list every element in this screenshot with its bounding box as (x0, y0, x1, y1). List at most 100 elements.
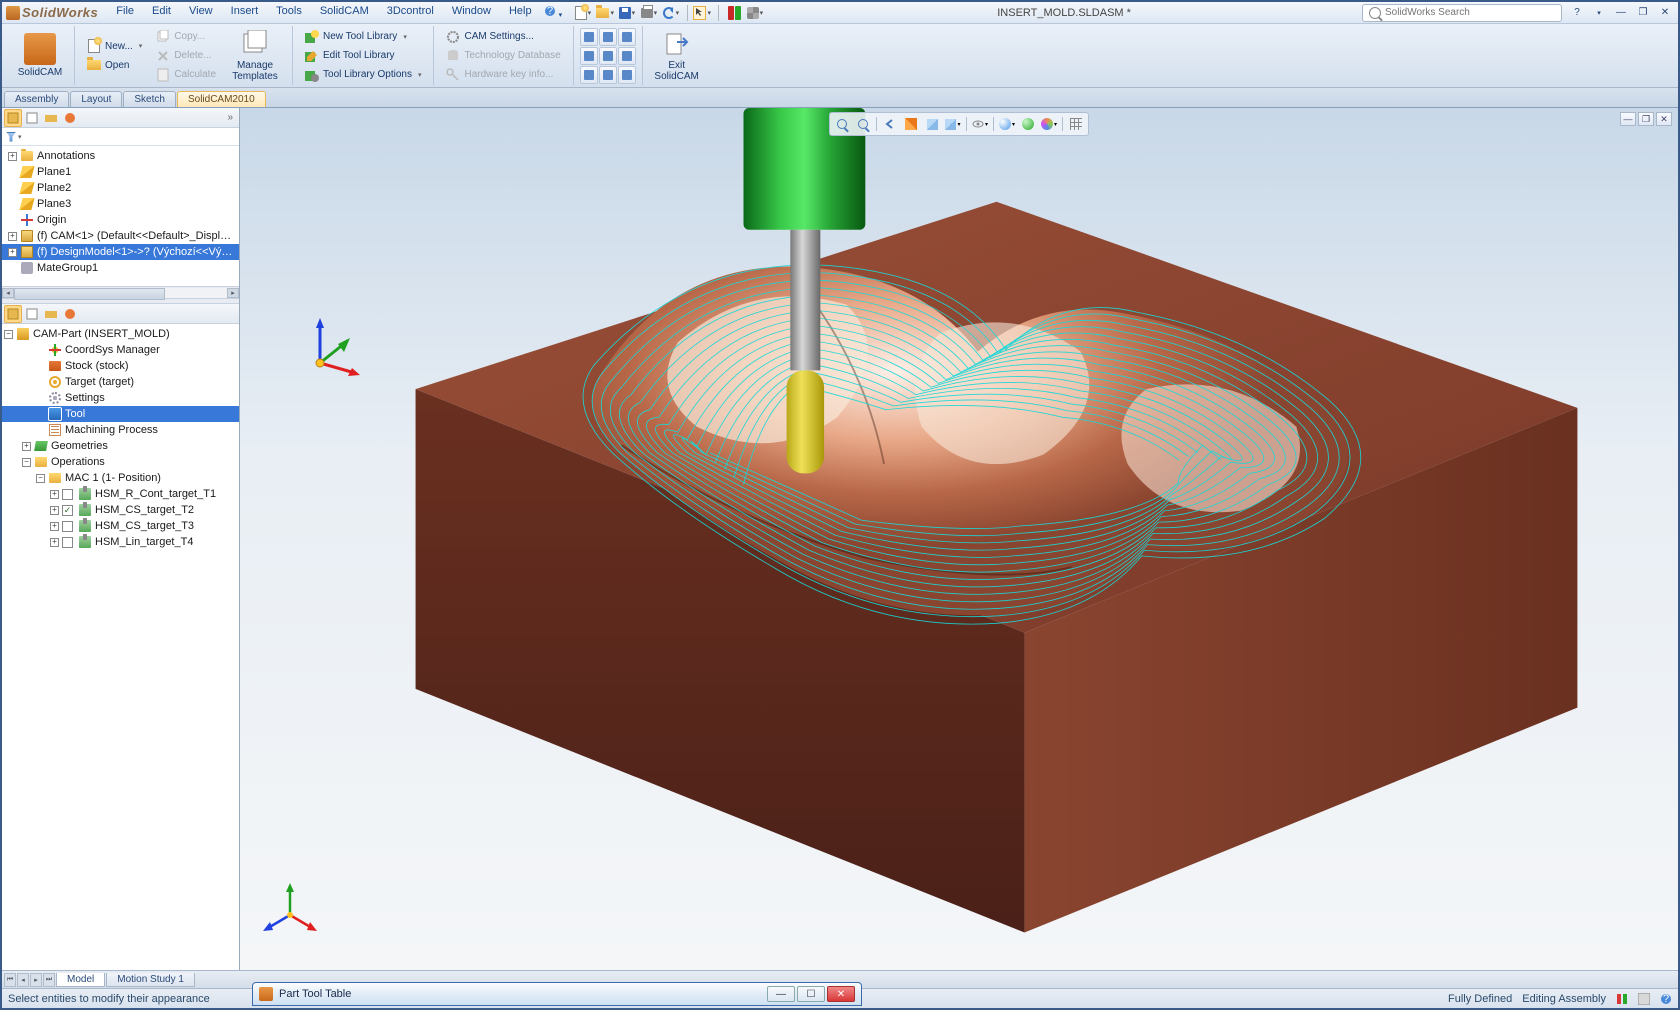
vt-appearance[interactable] (1018, 115, 1038, 133)
menu-3dcontrol[interactable]: 3Dcontrol (379, 3, 442, 22)
grid-btn-4[interactable] (580, 47, 598, 65)
ribbon-tech-db[interactable]: Technology Database (440, 47, 566, 65)
vt-orient[interactable] (922, 115, 942, 133)
tree-item[interactable]: +(f) CAM<1> (Default<<Default>_Display S (2, 228, 239, 244)
status-help-icon[interactable]: ? (1660, 993, 1672, 1005)
ribbon-exit[interactable]: Exit SolidCAM (649, 27, 705, 85)
scroll-thumb[interactable] (14, 288, 227, 298)
tree-item[interactable]: Plane1 (2, 164, 239, 180)
cam-root[interactable]: − CAM-Part (INSERT_MOLD) (2, 326, 239, 342)
tab-assembly[interactable]: Assembly (4, 91, 69, 107)
tree-expand-btn[interactable]: » (223, 112, 237, 123)
vt-render[interactable]: ▾ (1039, 115, 1059, 133)
tree-toggle[interactable]: + (50, 538, 59, 547)
grid-btn-8[interactable] (599, 66, 617, 84)
tree-item[interactable]: +HSM_CS_target_T3 (2, 518, 239, 534)
tool-window-minimize[interactable]: — (767, 986, 795, 1002)
close-btn[interactable]: ✕ (1656, 6, 1674, 20)
grid-btn-3[interactable] (618, 28, 636, 46)
viewport-close[interactable]: ✕ (1656, 112, 1672, 126)
scroll-left[interactable]: ◂ (2, 288, 14, 298)
tool-window-titlebar[interactable]: Part Tool Table — ☐ ✕ (252, 982, 862, 1006)
menu-insert[interactable]: Insert (223, 3, 267, 22)
tree-toggle[interactable]: + (22, 442, 31, 451)
qat-undo[interactable]: ▾ (662, 4, 682, 22)
menu-view[interactable]: View (181, 3, 221, 22)
tree-item[interactable]: Target (target) (2, 374, 239, 390)
tab-sketch[interactable]: Sketch (123, 91, 176, 107)
tree-toggle[interactable]: − (36, 474, 45, 483)
menu-edit[interactable]: Edit (144, 3, 179, 22)
qat-save[interactable]: ▾ (618, 4, 638, 22)
tree-checkbox[interactable] (62, 537, 73, 548)
vt-prev-view[interactable] (880, 115, 900, 133)
3d-viewport[interactable]: ▾ ▾ ▾ ▾ — ❐ ✕ (240, 108, 1678, 970)
ribbon-solidcam-btn[interactable]: SolidCAM (12, 27, 68, 85)
grid-btn-7[interactable] (580, 66, 598, 84)
qat-open[interactable]: ▾ (596, 4, 616, 22)
tool-window-maximize[interactable]: ☐ (797, 986, 825, 1002)
viewport-restore[interactable]: ❐ (1638, 112, 1654, 126)
tree-checkbox[interactable]: ✓ (62, 505, 73, 516)
tree-item[interactable]: MateGroup1 (2, 260, 239, 276)
grid-btn-6[interactable] (618, 47, 636, 65)
tree-hscroll-1[interactable]: ◂ ▸ (2, 286, 239, 298)
tree-filter-bar[interactable]: ▾ (2, 128, 239, 146)
tab-solidcam[interactable]: SolidCAM2010 (177, 91, 266, 107)
qat-rebuild[interactable] (724, 4, 744, 22)
part-tool-table-window[interactable]: Part Tool Table — ☐ ✕ (252, 982, 862, 1006)
ribbon-calculate[interactable]: Calculate (150, 66, 222, 84)
cam-tree-tab-2[interactable] (23, 305, 41, 323)
minimize-btn[interactable]: — (1612, 6, 1630, 20)
vt-grid[interactable] (1066, 115, 1086, 133)
tree-checkbox[interactable] (62, 521, 73, 532)
tree-item[interactable]: −Operations (2, 454, 239, 470)
ribbon-lib-opts[interactable]: Tool Library Options▾ (299, 66, 427, 84)
vt-hide-show[interactable]: ▾ (970, 115, 990, 133)
menu-window[interactable]: Window (444, 3, 499, 22)
tree-toggle[interactable]: − (4, 330, 13, 339)
grid-btn-1[interactable] (580, 28, 598, 46)
ribbon-manage-templates[interactable]: Manage Templates (224, 27, 286, 85)
help-btn[interactable]: ? (1568, 6, 1586, 20)
vt-scene[interactable]: ▾ (997, 115, 1017, 133)
qat-new[interactable]: ▾ (574, 4, 594, 22)
tree-item[interactable]: Stock (stock) (2, 358, 239, 374)
ribbon-copy[interactable]: Copy... (150, 28, 222, 46)
tree-toggle[interactable]: + (8, 152, 17, 161)
tab-layout[interactable]: Layout (70, 91, 122, 107)
tree-item[interactable]: Plane3 (2, 196, 239, 212)
vt-zoom-fit[interactable] (832, 115, 852, 133)
ribbon-open[interactable]: Open (81, 56, 148, 74)
tree-item[interactable]: CoordSys Manager (2, 342, 239, 358)
ribbon-hw-key[interactable]: Hardware key info... (440, 66, 566, 84)
tree-item[interactable]: +✓HSM_CS_target_T2 (2, 502, 239, 518)
tree-item[interactable]: +HSM_Lin_target_T4 (2, 534, 239, 550)
menu-help-dropdown[interactable]: ? ▾ (542, 3, 565, 22)
ribbon-new[interactable]: New...▾ (81, 37, 148, 55)
view-triad[interactable] (260, 880, 320, 940)
status-rebuild-icon[interactable] (1616, 993, 1628, 1005)
tree-item[interactable]: +Annotations (2, 148, 239, 164)
vt-zoom-area[interactable] (853, 115, 873, 133)
ribbon-delete[interactable]: Delete... (150, 47, 222, 65)
tab-nav-first[interactable]: ⏮ (4, 973, 16, 987)
cam-tree-tab-4[interactable] (61, 305, 79, 323)
menu-tools[interactable]: Tools (268, 3, 310, 22)
tool-window-close[interactable]: ✕ (827, 986, 855, 1002)
tab-nav-last[interactable]: ⏭ (43, 973, 55, 987)
vt-display[interactable]: ▾ (943, 115, 963, 133)
ribbon-cam-settings[interactable]: CAM Settings... (440, 28, 566, 46)
menu-help[interactable]: Help (501, 3, 540, 22)
qat-select[interactable]: ▾ (693, 4, 713, 22)
tree-item[interactable]: Tool (2, 406, 239, 422)
tree-toggle[interactable]: + (50, 506, 59, 515)
menu-solidcam[interactable]: SolidCAM (312, 3, 377, 22)
tree-item[interactable]: +HSM_R_Cont_target_T1 (2, 486, 239, 502)
tree-tab-feature[interactable] (4, 109, 22, 127)
tree-toggle[interactable]: + (8, 232, 17, 241)
tree-item[interactable]: −MAC 1 (1- Position) (2, 470, 239, 486)
bottom-tab-model[interactable]: Model (56, 973, 105, 987)
status-custom-icon[interactable] (1638, 993, 1650, 1005)
tree-tab-dim[interactable] (61, 109, 79, 127)
